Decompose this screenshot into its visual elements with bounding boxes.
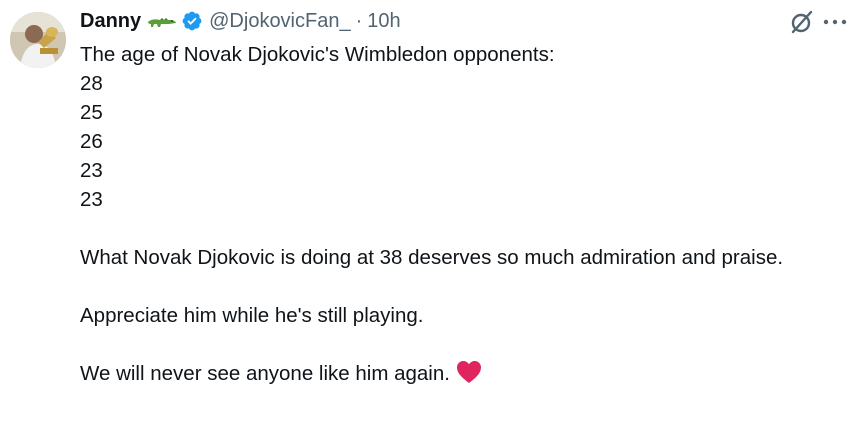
grok-icon[interactable] [788, 8, 816, 36]
age-item: 25 [80, 101, 103, 124]
more-icon[interactable] [820, 10, 850, 34]
avatar[interactable] [10, 12, 66, 68]
display-name[interactable]: Danny [80, 8, 141, 34]
tweet-paragraph: We will never see anyone like him again. [80, 362, 450, 385]
age-item: 28 [80, 72, 103, 95]
tweet-header: Danny @DjokovicFan_ · 10h [80, 8, 401, 34]
verified-badge-icon[interactable] [181, 10, 203, 32]
tweet-paragraph: Appreciate him while he's still playing. [80, 304, 424, 327]
tweet-paragraph: What Novak Djokovic is doing at 38 deser… [80, 246, 784, 269]
age-item: 23 [80, 159, 103, 182]
age-item: 26 [80, 130, 103, 153]
separator-dot: · [355, 10, 363, 32]
age-item: 23 [80, 188, 103, 211]
tweet[interactable]: Danny @DjokovicFan_ · 10h The age of Nov… [0, 0, 859, 435]
crocodile-icon [147, 13, 177, 29]
tweet-last-line: We will never see anyone like him again. [80, 359, 840, 392]
timestamp[interactable]: 10h [367, 8, 400, 34]
tweet-intro: The age of Novak Djokovic's Wimbledon op… [80, 43, 555, 66]
tweet-text: The age of Novak Djokovic's Wimbledon op… [80, 40, 840, 392]
heart-icon [456, 360, 482, 392]
handle[interactable]: @DjokovicFan_ [209, 8, 350, 34]
